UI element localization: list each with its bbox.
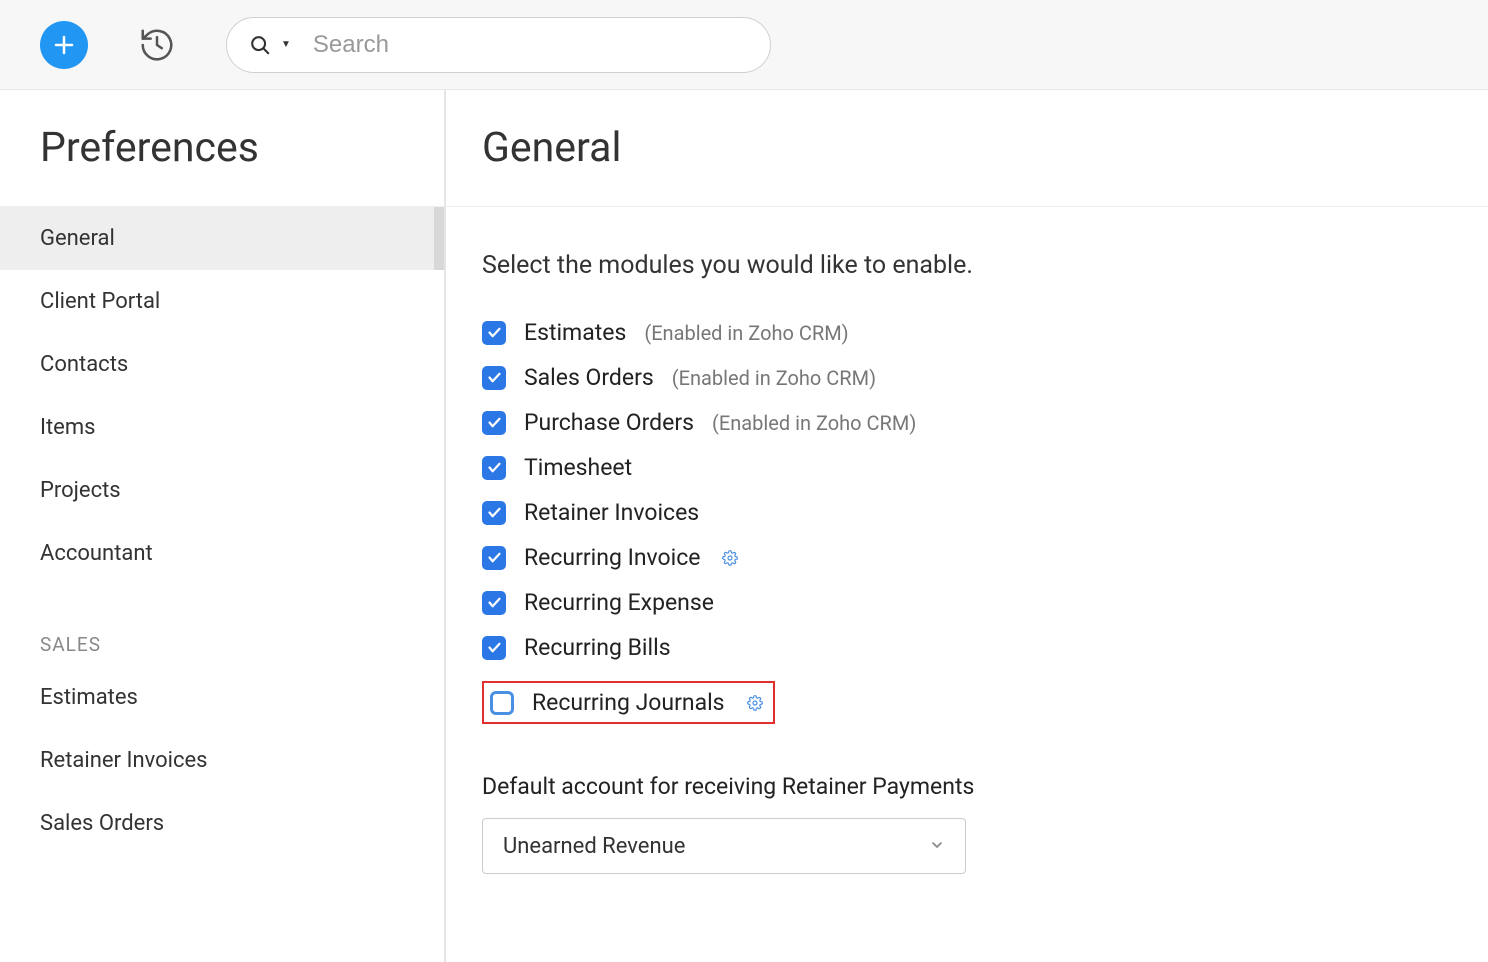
module-note: (Enabled in Zoho CRM) (672, 366, 876, 390)
sidebar: Preferences General Client Portal Contac… (0, 90, 446, 962)
module-checkbox-recurring-invoice[interactable] (482, 546, 506, 570)
module-note: (Enabled in Zoho CRM) (712, 411, 916, 435)
default-account-value: Unearned Revenue (503, 834, 685, 859)
sidebar-item-accountant[interactable]: Accountant (0, 522, 444, 585)
module-label: Recurring Bills (524, 634, 671, 661)
sidebar-section-sales: SALES (0, 585, 444, 666)
history-button[interactable] (136, 24, 178, 66)
module-row-retainer-invoices: Retainer Invoices (482, 490, 1452, 535)
search-input[interactable] (313, 31, 748, 59)
sidebar-title: Preferences (0, 90, 444, 207)
module-label: Retainer Invoices (524, 499, 699, 526)
module-checkbox-timesheet[interactable] (482, 456, 506, 480)
sidebar-item-retainer-invoices[interactable]: Retainer Invoices (0, 729, 444, 792)
module-label: Recurring Expense (524, 589, 714, 616)
add-button[interactable] (40, 21, 88, 69)
sidebar-nav: General Client Portal Contacts Items Pro… (0, 207, 444, 855)
module-row-recurring-expense: Recurring Expense (482, 580, 1452, 625)
module-row-purchase-orders: Purchase Orders (Enabled in Zoho CRM) (482, 400, 1452, 445)
sidebar-item-sales-orders[interactable]: Sales Orders (0, 792, 444, 855)
default-account-label: Default account for receiving Retainer P… (482, 773, 1452, 800)
module-row-timesheet: Timesheet (482, 445, 1452, 490)
module-checkbox-retainer-invoices[interactable] (482, 501, 506, 525)
plus-icon (52, 33, 76, 57)
main-panel: General Select the modules you would lik… (446, 90, 1488, 962)
module-row-recurring-journals: Recurring Journals (482, 670, 1452, 733)
page-title: General (446, 90, 1488, 207)
search-dropdown-caret[interactable]: ▼ (281, 39, 291, 50)
sidebar-item-projects[interactable]: Projects (0, 459, 444, 522)
module-row-estimates: Estimates (Enabled in Zoho CRM) (482, 310, 1452, 355)
gear-icon[interactable] (747, 695, 763, 711)
module-row-recurring-bills: Recurring Bills (482, 625, 1452, 670)
modules-intro: Select the modules you would like to ena… (482, 251, 1452, 280)
module-label: Recurring Journals (532, 689, 725, 716)
chevron-down-icon (929, 834, 945, 859)
module-row-recurring-invoice: Recurring Invoice (482, 535, 1452, 580)
module-checkbox-recurring-expense[interactable] (482, 591, 506, 615)
module-label: Estimates (524, 319, 626, 346)
default-account-select[interactable]: Unearned Revenue (482, 818, 966, 874)
modules-list: Estimates (Enabled in Zoho CRM)Sales Ord… (482, 310, 1452, 733)
topbar: ▼ (0, 0, 1488, 90)
module-checkbox-estimates[interactable] (482, 321, 506, 345)
sidebar-item-items[interactable]: Items (0, 396, 444, 459)
module-checkbox-recurring-journals[interactable] (490, 691, 514, 715)
module-note: (Enabled in Zoho CRM) (644, 321, 848, 345)
gear-icon[interactable] (722, 550, 738, 566)
module-row-sales-orders: Sales Orders (Enabled in Zoho CRM) (482, 355, 1452, 400)
module-checkbox-sales-orders[interactable] (482, 366, 506, 390)
sidebar-item-general[interactable]: General (0, 207, 444, 270)
module-label: Timesheet (524, 454, 632, 481)
sidebar-item-contacts[interactable]: Contacts (0, 333, 444, 396)
highlight-box: Recurring Journals (482, 681, 775, 724)
module-label: Purchase Orders (524, 409, 694, 436)
sidebar-item-client-portal[interactable]: Client Portal (0, 270, 444, 333)
search-icon (249, 34, 271, 56)
history-icon (138, 26, 176, 64)
module-label: Sales Orders (524, 364, 654, 391)
module-label: Recurring Invoice (524, 544, 700, 571)
module-checkbox-recurring-bills[interactable] (482, 636, 506, 660)
sidebar-item-estimates[interactable]: Estimates (0, 666, 444, 729)
search-box[interactable]: ▼ (226, 17, 771, 73)
module-checkbox-purchase-orders[interactable] (482, 411, 506, 435)
